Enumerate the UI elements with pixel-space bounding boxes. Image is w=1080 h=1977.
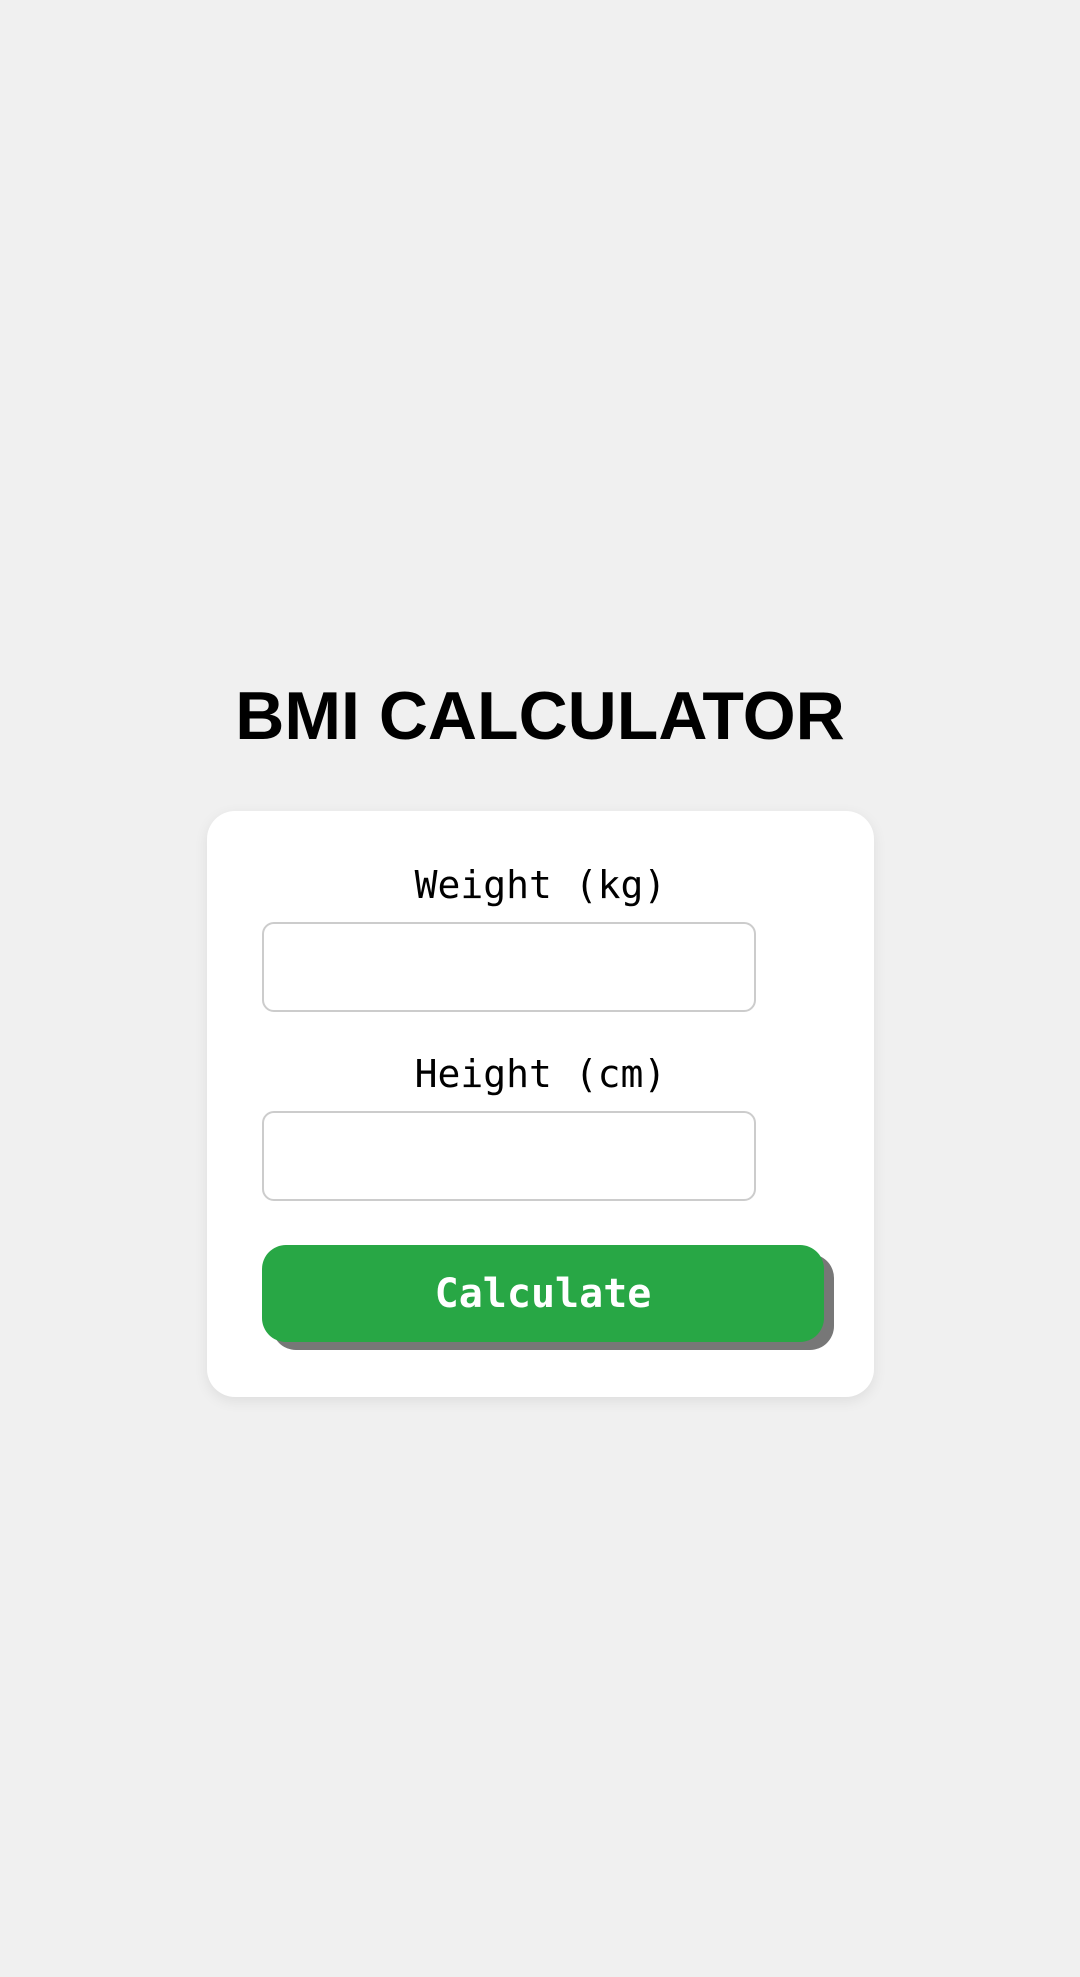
calculate-button[interactable]: Calculate: [262, 1245, 824, 1342]
bmi-form-card: Weight (kg) Height (cm) Calculate: [207, 811, 874, 1397]
height-input[interactable]: [262, 1111, 756, 1201]
height-label: Height (cm): [414, 1052, 667, 1096]
weight-label: Weight (kg): [414, 863, 667, 907]
page-title: BMI CALCULATOR: [235, 678, 845, 754]
weight-input[interactable]: [262, 922, 756, 1012]
